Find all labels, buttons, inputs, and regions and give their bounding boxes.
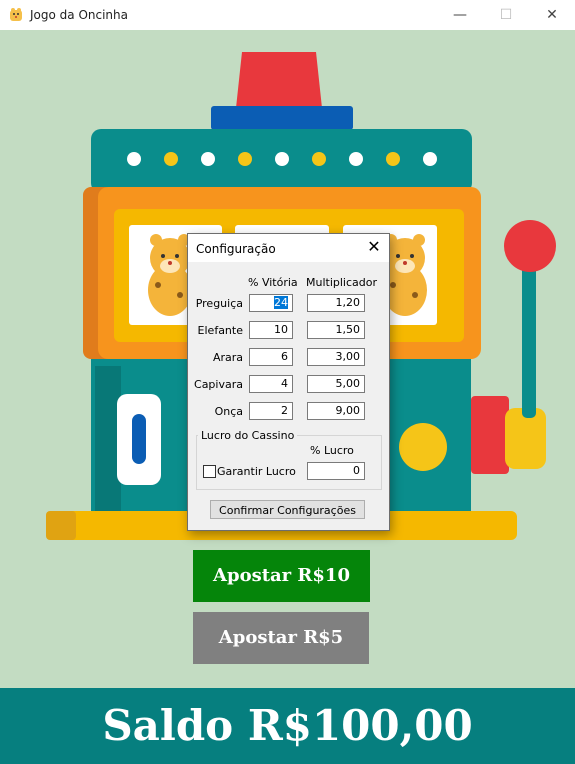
bet-10-button[interactable]: Apostar R$10 [193,550,370,602]
profit-column-header: % Lucro [310,444,354,457]
row-label-elefante: Elefante [197,324,243,337]
mult-input-arara[interactable]: 3,00 [307,348,365,366]
lever-knob [504,220,556,272]
row-label-arara: Arara [212,351,243,364]
dialog-titlebar: Configuração ✕ [188,234,389,262]
close-button[interactable]: ✕ [529,0,575,30]
row-label-capivara: Capivara [194,378,243,391]
profit-group-title: Lucro do Cassino [198,429,298,442]
balance-bar: Saldo R$100,00 [0,688,575,764]
win-input-onca[interactable]: 2 [249,402,293,420]
config-dialog: Configuração ✕ % Vitória Multiplicador P… [187,233,390,531]
guarantee-profit-label[interactable]: Garantir Lucro [217,465,296,478]
mult-input-preguica[interactable]: 1,20 [307,294,365,312]
minimize-button[interactable]: — [437,0,483,30]
window-title: Jogo da Oncinha [30,8,128,22]
mult-input-elefante[interactable]: 1,50 [307,321,365,339]
confirm-settings-button[interactable]: Confirmar Configurações [210,500,365,519]
mult-input-onca[interactable]: 9,00 [307,402,365,420]
dialog-close-icon[interactable]: ✕ [365,238,383,256]
maximize-button[interactable]: ☐ [483,0,529,30]
win-input-elefante[interactable]: 10 [249,321,293,339]
bet-5-button[interactable]: Apostar R$5 [193,612,369,664]
mult-input-capivara[interactable]: 5,00 [307,375,365,393]
row-label-preguica: Preguiça [195,297,243,310]
multiplier-column-header: Multiplicador [306,276,378,289]
win-input-arara[interactable]: 6 [249,348,293,366]
jaguar-reel-left-icon [148,234,192,316]
balance-label: Saldo R$100,00 [102,701,473,750]
jaguar-app-icon [10,8,22,21]
siren-light [236,52,322,108]
dialog-title: Configuração [196,242,276,256]
win-column-header: % Vitória [248,276,298,289]
row-label-onca: Onça [214,405,243,418]
window-titlebar: Jogo da Oncinha — ☐ ✕ [0,0,575,30]
marquee-lights [127,152,437,166]
win-input-capivara[interactable]: 4 [249,375,293,393]
win-input-preguica[interactable]: 24 [249,294,293,312]
guarantee-profit-checkbox[interactable] [203,465,216,478]
profit-input[interactable]: 0 [307,462,365,480]
